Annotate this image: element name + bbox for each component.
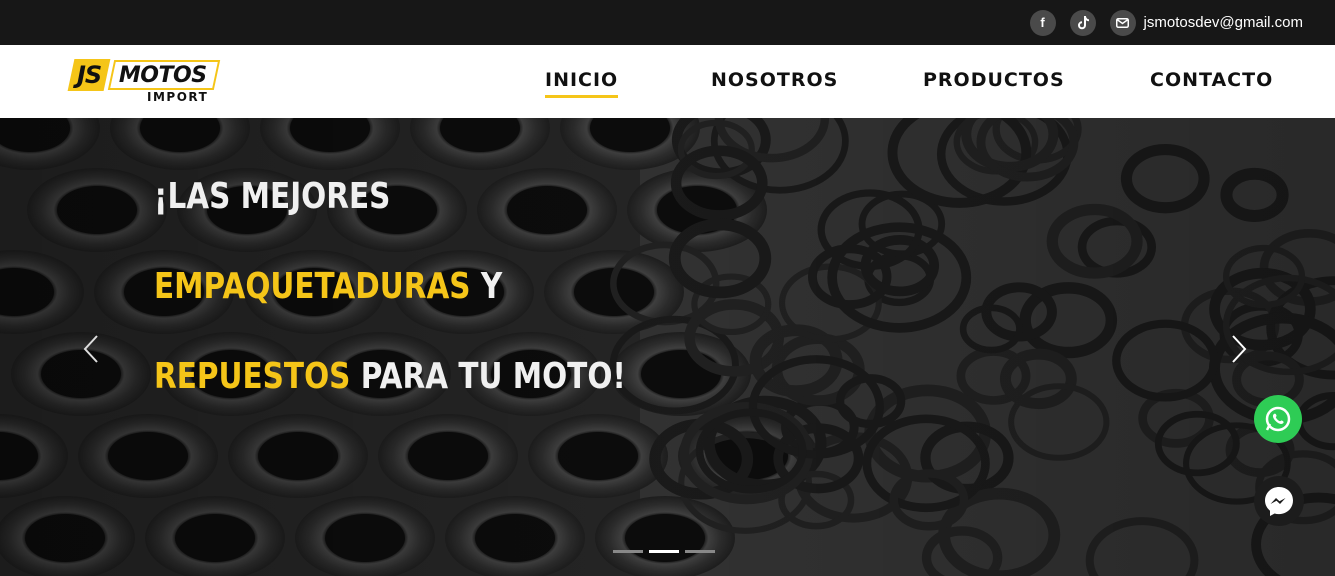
- email-text: jsmotosdev@gmail.com: [1143, 14, 1303, 31]
- slide-indicator-1[interactable]: [613, 550, 643, 553]
- hero-line-3-rest: PARA TU MOTO!: [350, 356, 626, 397]
- slide-indicator-3[interactable]: [685, 550, 715, 553]
- hero-heading-line-1: ¡LAS MEJORES: [154, 176, 391, 217]
- main-navbar: JS MOTOS IMPORT INICIO NOSOTROS PRODUCTO…: [0, 45, 1335, 118]
- nav-item-productos[interactable]: PRODUCTOS: [923, 69, 1065, 91]
- messenger-button[interactable]: [1254, 476, 1304, 526]
- whatsapp-button[interactable]: [1254, 395, 1302, 443]
- tiktok-icon[interactable]: [1069, 9, 1096, 36]
- hero-highlight-empaquetaduras: EMPAQUETADURAS: [154, 266, 471, 307]
- brand-logo[interactable]: JS MOTOS IMPORT: [67, 59, 220, 105]
- chevron-left-icon: [83, 335, 98, 363]
- logo-import-text: IMPORT: [147, 90, 209, 104]
- chevron-right-icon: [1232, 335, 1247, 363]
- hero-slider: ¡LAS MEJORES EMPAQUETADURAS Y REPUESTOS …: [0, 118, 1335, 576]
- logo-js-block: JS: [67, 59, 111, 91]
- nav-item-contacto[interactable]: CONTACTO: [1150, 69, 1273, 91]
- slider-indicators: [613, 550, 715, 553]
- slide-indicator-2[interactable]: [649, 550, 679, 553]
- logo-motos-block: MOTOS: [107, 60, 220, 90]
- nav-item-inicio[interactable]: INICIO: [545, 69, 619, 98]
- hero-heading-line-2: EMPAQUETADURAS Y: [154, 266, 502, 307]
- nav-item-nosotros[interactable]: NOSOTROS: [711, 69, 838, 91]
- mail-icon: [1109, 9, 1136, 36]
- prev-slide-arrow[interactable]: [80, 334, 104, 364]
- hero-line-2-rest: Y: [470, 266, 503, 307]
- messenger-icon: [1265, 487, 1293, 516]
- hero-highlight-repuestos: REPUESTOS: [154, 356, 351, 397]
- top-bar: f jsmotosdev@gmail.com: [0, 0, 1335, 45]
- email-link[interactable]: jsmotosdev@gmail.com: [1109, 9, 1303, 36]
- hero-heading-line-3: REPUESTOS PARA TU MOTO!: [154, 356, 626, 397]
- facebook-icon[interactable]: f: [1029, 9, 1056, 36]
- next-slide-arrow[interactable]: [1226, 334, 1250, 364]
- whatsapp-icon: [1265, 406, 1291, 432]
